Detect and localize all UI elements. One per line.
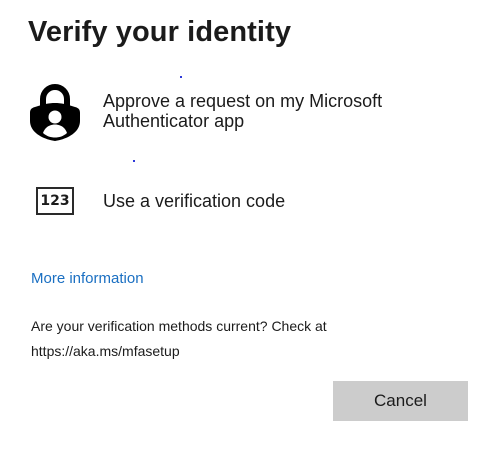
authenticator-lock-icon [22,78,88,144]
dialog-title: Verify your identity [28,16,292,48]
verification-code-icon: 123 [22,168,88,234]
cancel-button[interactable]: Cancel [333,381,468,421]
decorative-dot [133,160,135,162]
option-verification-code[interactable]: 123 Use a verification code [22,178,442,224]
more-information-link[interactable]: More information [31,270,144,287]
option-authenticator-app[interactable]: Approve a request on my Microsoft Authen… [22,78,442,144]
option-authenticator-label: Approve a request on my Microsoft Authen… [103,91,383,131]
option-verification-code-label: Use a verification code [103,191,286,211]
verification-methods-note: Are your verification methods current? C… [31,318,327,359]
verification-code-icon-text: 123 [36,187,74,215]
